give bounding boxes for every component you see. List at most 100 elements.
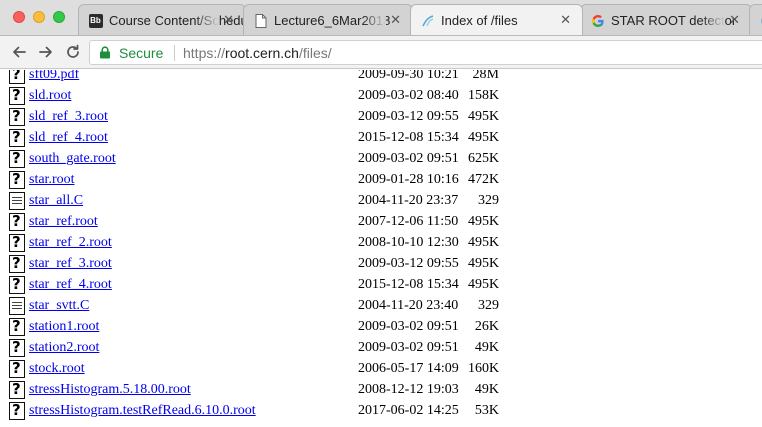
file-row: star_all.C 2004-11-20 23:37 329 [0, 191, 762, 212]
file-date: 2009-03-02 09:51 [358, 151, 459, 166]
file-link[interactable]: sld_ref_3.root [29, 109, 108, 125]
reload-icon [67, 44, 79, 58]
unknown-file-icon [9, 86, 25, 105]
file-row: star.root 2009-01-28 10:16 472K [0, 170, 762, 191]
tab-close-icon[interactable]: ✕ [729, 12, 740, 28]
file-size: 495K [468, 277, 500, 292]
unknown-file-icon [9, 107, 25, 126]
unknown-file-icon [9, 70, 25, 84]
window-zoom-button[interactable] [53, 11, 65, 23]
url-path: /files/ [298, 45, 332, 61]
reload-button[interactable] [63, 42, 83, 62]
file-link[interactable]: star_ref_4.root [29, 277, 112, 293]
directory-listing: sft09.pdf 2009-09-30 10:21 28M sld.root 2009… [0, 70, 762, 427]
text-file-icon [9, 192, 25, 210]
file-row: sld_ref_3.root 2009-03-12 09:55 495K [0, 107, 762, 128]
address-bar[interactable]: Secure https://root.cern.ch/files/ [89, 40, 762, 65]
file-size: 495K [468, 235, 500, 250]
file-link[interactable]: star_all.C [29, 193, 83, 209]
file-size: 495K [468, 214, 500, 229]
file-size: 329 [478, 193, 499, 208]
file-date: 2008-10-10 12:30 [358, 235, 459, 250]
window-close-button[interactable] [13, 11, 25, 23]
file-size: 329 [478, 298, 499, 313]
tab-title: Index of /files [441, 13, 518, 28]
file-link[interactable]: star_svtt.C [29, 298, 89, 314]
unknown-file-icon [9, 170, 25, 189]
unknown-file-icon [9, 380, 25, 399]
unknown-file-icon [9, 128, 25, 147]
file-size: 26K [474, 319, 499, 334]
file-row: star_ref.root 2007-12-06 11:50 495K [0, 212, 762, 233]
file-link[interactable]: stressHistogram.testRefRead.6.10.0.root [29, 403, 256, 419]
file-date: 2009-03-12 09:55 [358, 109, 459, 124]
tab-close-icon[interactable]: ✕ [390, 12, 401, 28]
file-link[interactable]: stock.root [29, 361, 85, 377]
tab-close-icon[interactable]: ✕ [560, 12, 571, 28]
file-size: 472K [468, 172, 500, 187]
file-size: 495K [468, 130, 500, 145]
tab-index-of-files[interactable]: Index of /files ✕ [410, 4, 583, 35]
tab-star-root-detector[interactable]: STAR ROOT detector ✕ [580, 4, 752, 35]
forward-button[interactable] [36, 42, 56, 62]
unknown-file-icon [9, 401, 25, 420]
file-date: 2004-11-20 23:37 [358, 193, 459, 208]
tab-lecture6[interactable]: Lecture6_6Mar2018 ✕ [243, 4, 413, 35]
file-size: 28M [472, 70, 499, 82]
file-rows: sft09.pdf 2009-09-30 10:21 28M sld.root 2009… [0, 70, 762, 422]
file-link[interactable]: star.root [29, 172, 75, 188]
back-arrow-icon [13, 46, 26, 58]
file-size: 625K [468, 151, 500, 166]
unknown-file-icon [9, 149, 25, 168]
file-link[interactable]: sld.root [29, 88, 71, 104]
unknown-file-icon [9, 317, 25, 336]
file-size: 495K [468, 256, 500, 271]
file-date: 2009-03-02 08:40 [358, 88, 459, 103]
file-row: star_ref_3.root 2009-03-12 09:55 495K [0, 254, 762, 275]
unknown-file-icon [9, 338, 25, 357]
file-date: 2004-11-20 23:40 [358, 298, 459, 313]
file-link[interactable]: star_ref.root [29, 214, 98, 230]
file-date: 2009-03-12 09:55 [358, 256, 459, 271]
back-button[interactable] [9, 42, 29, 62]
file-link[interactable]: station2.root [29, 340, 99, 356]
file-date: 2009-01-28 10:16 [358, 172, 459, 187]
tab-partial[interactable] [749, 4, 762, 35]
file-date: 2008-12-12 19:03 [358, 382, 459, 397]
blackboard-icon: Bb [88, 13, 103, 28]
file-date: 2009-09-30 10:21 [358, 70, 459, 82]
document-icon [253, 13, 268, 28]
file-date: 2015-12-08 15:34 [358, 130, 459, 145]
file-date: 2015-12-08 15:34 [358, 277, 459, 292]
toolbar: Secure https://root.cern.ch/files/ [0, 36, 762, 69]
unknown-file-icon [9, 275, 25, 294]
unknown-file-icon [9, 254, 25, 273]
file-date: 2009-03-02 09:51 [358, 319, 459, 334]
file-size: 49K [474, 340, 499, 355]
url-scheme: https:// [183, 45, 226, 61]
file-row: station1.root 2009-03-02 09:51 26K [0, 317, 762, 338]
root-logo-icon [420, 13, 435, 28]
file-row: sld.root 2009-03-02 08:40 158K [0, 86, 762, 107]
file-link[interactable]: south_gate.root [29, 151, 116, 167]
file-size: 158K [468, 88, 500, 103]
file-row: star_svtt.C 2004-11-20 23:40 329 [0, 296, 762, 317]
file-link[interactable]: station1.root [29, 319, 99, 335]
file-link[interactable]: star_ref_3.root [29, 256, 112, 272]
text-file-icon [9, 297, 25, 315]
file-row: south_gate.root 2009-03-02 09:51 625K [0, 149, 762, 170]
tab-strip: Bb Course Content/Schedule ✕ Lecture6_6M… [0, 0, 762, 36]
file-size: 495K [468, 109, 500, 124]
file-link[interactable]: sft09.pdf [29, 70, 79, 83]
file-link[interactable]: star_ref_2.root [29, 235, 112, 251]
file-link[interactable]: stressHistogram.5.18.00.root [29, 382, 191, 398]
file-size: 53K [474, 403, 499, 418]
tab-course-content[interactable]: Bb Course Content/Schedule ✕ [78, 4, 246, 35]
file-size: 49K [474, 382, 499, 397]
tab-close-icon[interactable]: ✕ [223, 12, 234, 28]
file-row: stressHistogram.5.18.00.root 2008-12-12 1… [0, 380, 762, 401]
file-link[interactable]: sld_ref_4.root [29, 130, 108, 146]
forward-arrow-icon [39, 46, 52, 58]
window-minimize-button[interactable] [33, 11, 45, 23]
url-text[interactable]: https://root.cern.ch/files/ [183, 45, 332, 61]
